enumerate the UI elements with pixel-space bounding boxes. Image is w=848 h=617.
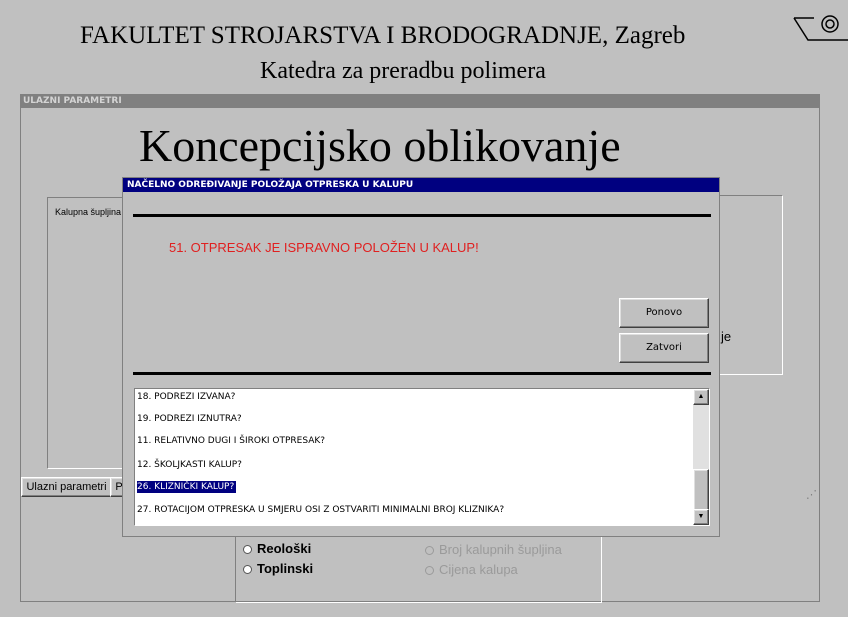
logo-icon <box>793 15 848 41</box>
department-title: Katedra za preradbu polimera <box>260 58 546 84</box>
cavity-tab-label[interactable]: Kalupna šupljina <box>54 207 123 217</box>
resize-grip-icon[interactable]: ⋰ <box>806 488 817 501</box>
list-item[interactable]: 27. ROTACIJOM OTPRESKA U SMJERU OSI Z OS… <box>137 504 504 516</box>
radio-cijena-kalupa[interactable]: Cijena kalupa <box>425 562 518 577</box>
radio-reoloski[interactable]: Reološki <box>243 541 311 556</box>
scroll-down-icon[interactable]: ▼ <box>693 509 709 525</box>
right-panel-text: je <box>721 329 732 344</box>
radio-broj-supljina[interactable]: Broj kalupnih šupljina <box>425 542 562 557</box>
radio-reoloski-label: Reološki <box>257 541 312 556</box>
top-divider <box>133 214 711 217</box>
zatvori-button[interactable]: Zatvori <box>619 333 709 363</box>
result-message: 51. OTPRESAK JE ISPRAVNO POLOŽEN U KALUP… <box>169 240 479 255</box>
radio-toplinski-label: Toplinski <box>257 561 314 576</box>
list-item[interactable]: 12. ŠKOLJKASTI KALUP? <box>137 459 242 471</box>
faculty-title: FAKULTET STROJARSTVA I BRODOGRADNJE, Zag… <box>80 22 686 49</box>
right-panel <box>711 195 783 375</box>
list-scrollbar[interactable]: ▲ ▼ <box>693 389 709 525</box>
list-item[interactable]: 19. PODREZI IZNUTRA? <box>137 413 242 425</box>
list-item[interactable]: 11. RELATIVNO DUGI I ŠIROKI OTPRESAK? <box>137 435 325 447</box>
radio-broj-label: Broj kalupnih šupljina <box>439 542 562 557</box>
scroll-up-icon[interactable]: ▲ <box>693 389 709 405</box>
radio-cijena-label: Cijena kalupa <box>439 562 518 577</box>
dialog-titlebar[interactable]: NAČELNO ODREĐIVANJE POLOŽAJA OTPRESKA U … <box>123 178 719 192</box>
list-item-selected[interactable]: 26. KLIZNIČKI KALUP? <box>137 481 237 493</box>
main-heading: Koncepcijsko oblikovanje <box>139 120 621 171</box>
ponovo-button[interactable]: Ponovo <box>619 298 709 328</box>
tab-input-params[interactable]: Ulazni parametri <box>21 477 112 497</box>
radio-toplinski[interactable]: Toplinski <box>243 561 313 576</box>
question-list[interactable]: 18. PODREZI IZVANA? 19. PODREZI IZNUTRA?… <box>134 388 710 526</box>
main-window-titlebar[interactable]: ULAZNI PARAMETRI <box>21 95 819 108</box>
scroll-thumb[interactable] <box>693 469 709 511</box>
dialog-window: NAČELNO ODREĐIVANJE POLOŽAJA OTPRESKA U … <box>122 177 720 537</box>
bottom-divider <box>133 372 711 375</box>
list-item[interactable]: 18. PODREZI IZVANA? <box>137 391 235 403</box>
